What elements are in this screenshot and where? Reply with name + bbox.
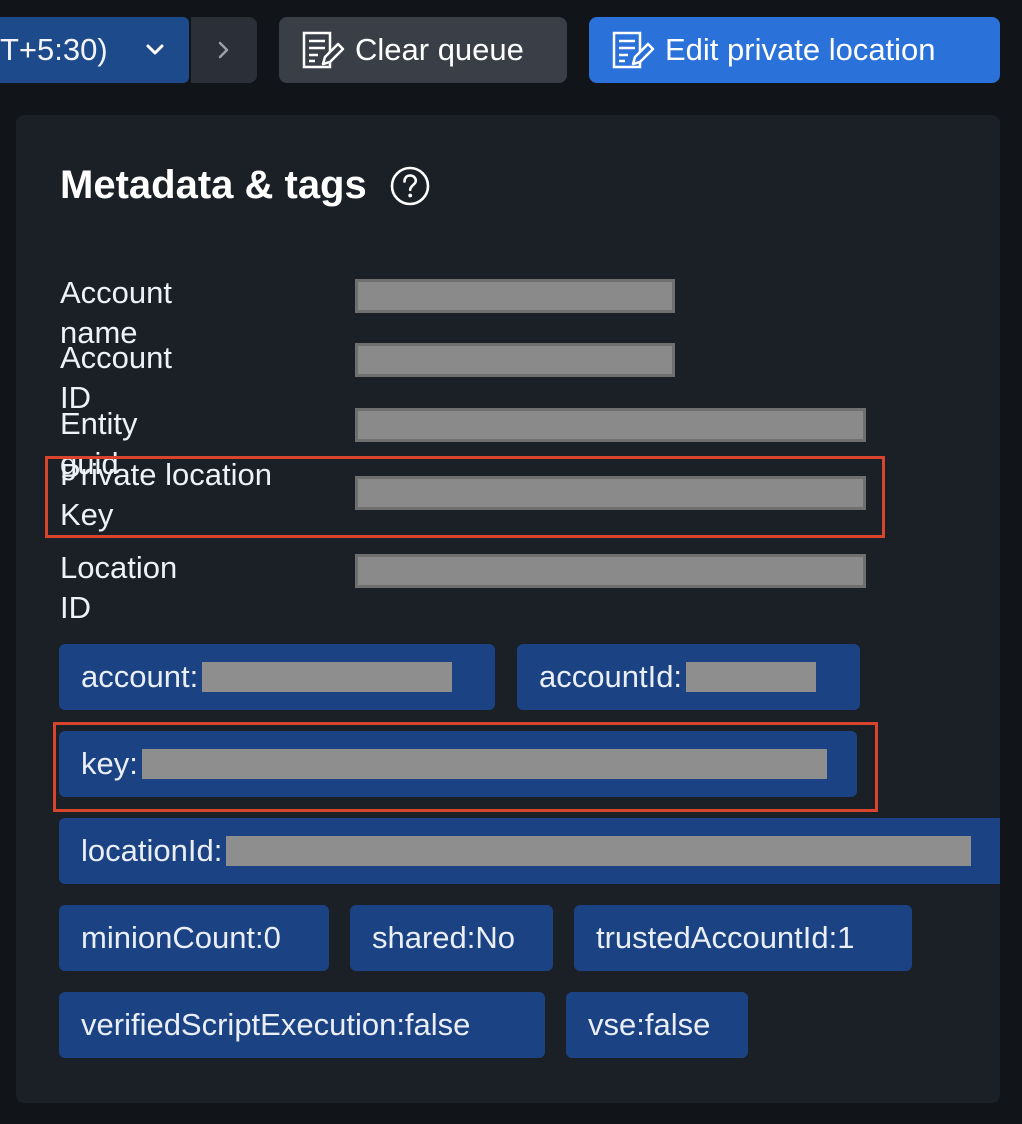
redacted-value xyxy=(355,408,866,442)
tag-shared[interactable]: shared:No xyxy=(350,905,553,971)
tag-label: accountId: xyxy=(539,659,683,694)
redacted-value xyxy=(202,662,453,692)
highlight-box xyxy=(45,456,885,538)
field-label: Location ID xyxy=(60,550,178,625)
redacted-value xyxy=(686,662,817,692)
tag-account[interactable]: account: xyxy=(59,644,495,710)
edit-private-location-button[interactable]: Edit private location xyxy=(589,17,1000,83)
tag-account-id[interactable]: accountId: xyxy=(517,644,860,710)
card-header: Metadata & tags xyxy=(60,163,431,208)
tag-label: minionCount:0 xyxy=(81,920,281,955)
edit-private-location-label: Edit private location xyxy=(665,32,936,67)
tag-verified-script-execution[interactable]: verifiedScriptExecution:false xyxy=(59,992,545,1058)
tag-label: locationId: xyxy=(81,833,223,868)
tag-label: verifiedScriptExecution:false xyxy=(81,1007,471,1042)
question-circle-icon[interactable] xyxy=(389,165,431,207)
tag-label: trustedAccountId:1 xyxy=(596,920,855,955)
edit-document-icon xyxy=(612,31,655,69)
clear-queue-label: Clear queue xyxy=(355,32,524,67)
chevron-right-icon xyxy=(218,41,229,59)
edit-document-icon xyxy=(302,31,345,69)
chevron-down-icon xyxy=(146,44,164,55)
highlight-box xyxy=(53,722,878,812)
toolbar: T+5:30) Clear queue Edit private locatio… xyxy=(0,17,1022,83)
tag-minion-count[interactable]: minionCount:0 xyxy=(59,905,329,971)
clear-queue-button[interactable]: Clear queue xyxy=(279,17,567,83)
card-title: Metadata & tags xyxy=(60,163,367,207)
tag-trusted-account-id[interactable]: trustedAccountId:1 xyxy=(574,905,912,971)
tag-location-id[interactable]: locationId: xyxy=(59,818,1000,884)
redacted-value xyxy=(226,836,972,866)
redacted-value xyxy=(355,343,675,377)
tag-label: account: xyxy=(81,659,199,694)
next-button[interactable] xyxy=(191,17,257,83)
page: T+5:30) Clear queue Edit private locatio… xyxy=(0,0,1022,1124)
tag-label: vse:false xyxy=(588,1007,711,1042)
timezone-select[interactable]: T+5:30) xyxy=(0,17,189,83)
timezone-select-value: T+5:30) xyxy=(0,32,108,67)
tag-vse[interactable]: vse:false xyxy=(566,992,748,1058)
redacted-value xyxy=(355,279,675,313)
redacted-value xyxy=(355,554,866,588)
metadata-card: Metadata & tags Account name Account ID … xyxy=(16,115,1000,1103)
tag-label: shared:No xyxy=(372,920,516,955)
